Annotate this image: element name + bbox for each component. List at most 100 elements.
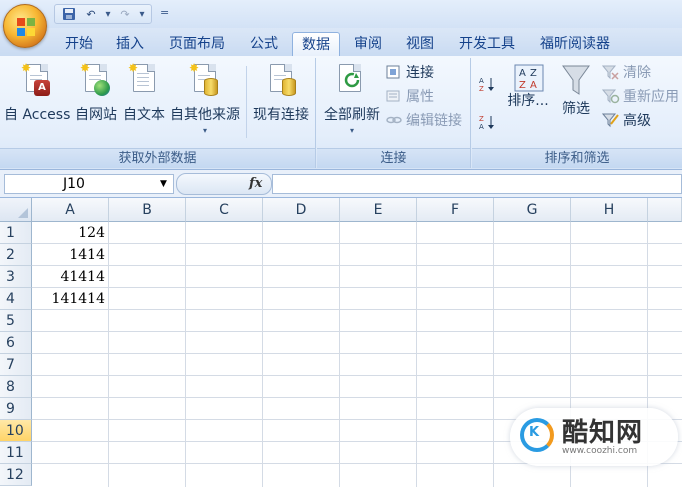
tab-developer[interactable]: 开发工具 [450, 32, 524, 56]
gridline [262, 222, 263, 487]
dropdown-caret-icon: ▾ [202, 126, 207, 135]
properties-button[interactable]: 属性 [385, 86, 434, 106]
advanced-filter-icon [602, 113, 619, 128]
clear-filter-button[interactable]: 清除 [602, 62, 651, 82]
column-header-a[interactable]: A [32, 198, 109, 222]
coozhi-logo-icon: K [520, 418, 554, 452]
gridline [32, 265, 682, 266]
formula-bar: J10 ▼ fx [0, 170, 682, 198]
group-divider [246, 66, 247, 138]
cell-a3[interactable]: 41414 [33, 266, 108, 288]
row-header-11[interactable]: 11 [0, 442, 32, 464]
from-web-button[interactable]: ✸ 自网站 [72, 62, 120, 124]
cell-a1[interactable]: 124 [33, 222, 108, 244]
from-other-sources-button[interactable]: ✸ 自其他来源 ▾ [168, 62, 242, 135]
formula-input[interactable] [272, 174, 682, 194]
group-label-connections: 连接 [317, 148, 470, 168]
database-icon: ✸ [188, 62, 222, 102]
gridline [32, 353, 682, 354]
ribbon: ✸ A 自 Access ✸ 自网站 ✸ 自文本 ✸ 自其他来源 ▾ 现有连接 … [0, 56, 682, 170]
tab-view[interactable]: 视图 [396, 32, 444, 56]
edit-links-button[interactable]: 编辑链接 [385, 110, 462, 130]
filter-button[interactable]: 筛选 [556, 62, 596, 118]
column-header-b[interactable]: B [109, 198, 186, 222]
column-header-e[interactable]: E [340, 198, 417, 222]
properties-icon [386, 90, 400, 102]
tab-review[interactable]: 审阅 [344, 32, 392, 56]
svg-text:A: A [530, 80, 537, 91]
column-header-c[interactable]: C [186, 198, 263, 222]
from-access-button[interactable]: ✸ A 自 Access [4, 62, 70, 124]
reapply-button[interactable]: 重新应用 [602, 86, 679, 106]
row-header-12[interactable]: 12 [0, 464, 32, 486]
customize-qat-icon[interactable]: = [160, 6, 169, 19]
office-button[interactable] [3, 4, 47, 48]
row-header-10[interactable]: 10 [0, 420, 32, 442]
gridline [32, 331, 682, 332]
gridline [185, 222, 186, 487]
existing-connections-button[interactable]: 现有连接 [250, 62, 312, 124]
column-header-i[interactable] [648, 198, 682, 222]
ribbon-tabs: 开始 插入 页面布局 公式 数据 审阅 视图 开发工具 福昕阅读器 [0, 28, 682, 56]
tab-home[interactable]: 开始 [56, 32, 102, 56]
group-label-get-external-data: 获取外部数据 [0, 148, 315, 168]
row-header-1[interactable]: 1 [0, 222, 32, 244]
web-globe-icon: ✸ [79, 62, 113, 102]
column-header-g[interactable]: G [494, 198, 571, 222]
cell-a4[interactable]: 141414 [33, 288, 108, 310]
gridline [416, 222, 417, 487]
refresh-icon [335, 62, 369, 102]
svg-text:Z: Z [479, 85, 484, 92]
watermark-url: www.coozhi.com [562, 446, 638, 456]
row-header-8[interactable]: 8 [0, 376, 32, 398]
row-header-6[interactable]: 6 [0, 332, 32, 354]
sort-ascending-button[interactable]: AZ [478, 74, 496, 94]
connections-button[interactable]: 连接 [385, 62, 434, 82]
formula-tools: fx [176, 173, 272, 195]
row-header-9[interactable]: 9 [0, 398, 32, 420]
tab-data[interactable]: 数据 [292, 32, 340, 56]
row-header-4[interactable]: 4 [0, 288, 32, 310]
undo-icon[interactable]: ↶ [81, 5, 101, 23]
svg-text:Z: Z [530, 68, 537, 79]
gridline [339, 222, 340, 487]
advanced-filter-button[interactable]: 高级 [602, 110, 651, 130]
coozhi-watermark: K 酷知网 www.coozhi.com [510, 408, 678, 466]
title-bar: ↶ ▾ ↷ ▾ = [0, 0, 682, 48]
sort-az-icon: AZ [479, 77, 494, 92]
gridline [32, 397, 682, 398]
group-get-external-data: ✸ A 自 Access ✸ 自网站 ✸ 自文本 ✸ 自其他来源 ▾ 现有连接 … [0, 58, 316, 168]
redo-icon[interactable]: ↷ [115, 5, 135, 23]
tab-formulas[interactable]: 公式 [240, 32, 288, 56]
sort-button[interactable]: AZZA 排序... [502, 62, 554, 110]
name-box[interactable]: J10 [4, 174, 174, 194]
redo-dropdown-icon[interactable]: ▾ [137, 5, 147, 23]
row-header-3[interactable]: 3 [0, 266, 32, 288]
access-icon: ✸ A [20, 62, 54, 102]
save-icon[interactable] [59, 5, 79, 23]
svg-text:Z: Z [479, 115, 484, 123]
column-header-h[interactable]: H [571, 198, 648, 222]
cell-a2[interactable]: 1414 [33, 244, 108, 266]
gridline [32, 309, 682, 310]
tab-insert[interactable]: 插入 [106, 32, 154, 56]
refresh-all-button[interactable]: 全部刷新 ▾ [319, 62, 385, 135]
name-box-dropdown-icon[interactable]: ▼ [160, 179, 167, 189]
tab-foxit-reader[interactable]: 福昕阅读器 [530, 32, 620, 56]
row-header-7[interactable]: 7 [0, 354, 32, 376]
sort-descending-button[interactable]: ZA [478, 112, 496, 132]
office-logo-icon [17, 18, 35, 36]
column-header-f[interactable]: F [417, 198, 494, 222]
svg-text:A: A [479, 77, 484, 85]
dropdown-caret-icon: ▾ [349, 126, 354, 135]
undo-dropdown-icon[interactable]: ▾ [103, 5, 113, 23]
insert-function-icon[interactable]: fx [249, 176, 262, 191]
text-file-icon: ✸ [127, 62, 161, 102]
from-text-button[interactable]: ✸ 自文本 [120, 62, 168, 124]
tab-page-layout[interactable]: 页面布局 [160, 32, 234, 56]
column-header-d[interactable]: D [263, 198, 340, 222]
row-header-2[interactable]: 2 [0, 244, 32, 266]
row-header-5[interactable]: 5 [0, 310, 32, 332]
select-all-button[interactable] [0, 198, 32, 222]
sort-za-icon: ZA [479, 115, 494, 130]
